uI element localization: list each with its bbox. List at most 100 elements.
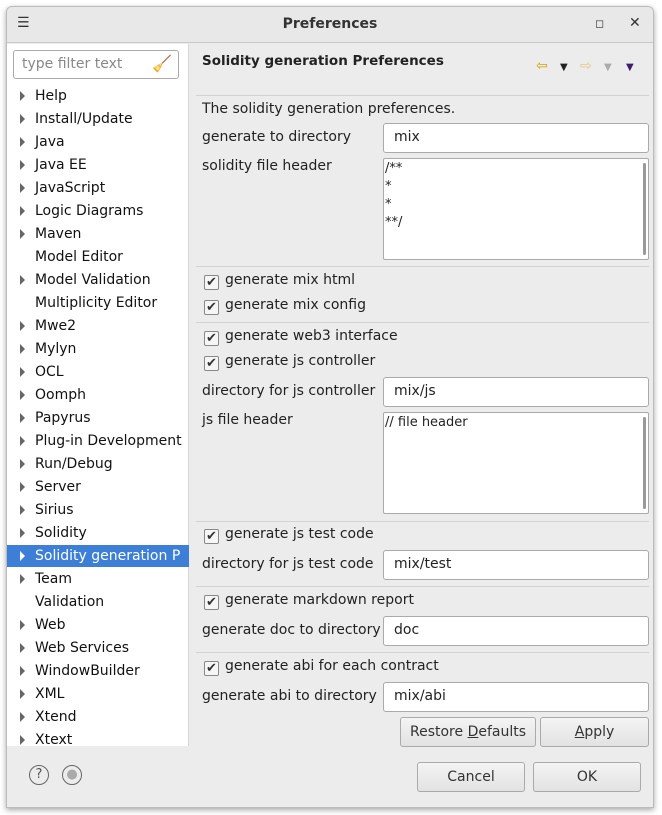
- tree-item[interactable]: WindowBuilder: [7, 660, 189, 682]
- tree-item[interactable]: OCL: [7, 361, 189, 383]
- tree-item-label: Java EE: [35, 157, 87, 173]
- js-test-dir-label: directory for js test code: [202, 556, 374, 572]
- tree-item[interactable]: Solidity generation P: [7, 545, 189, 567]
- filter-input[interactable]: type filter text 🧹: [13, 50, 179, 79]
- tree-item[interactable]: XML: [7, 683, 189, 705]
- maximize-icon[interactable]: ◻: [595, 17, 604, 30]
- web3-checkbox[interactable]: ✔ generate web3 interface: [204, 328, 398, 346]
- tree-item[interactable]: Solidity: [7, 522, 189, 544]
- cancel-button[interactable]: Cancel: [417, 762, 525, 792]
- tree-item[interactable]: Team: [7, 568, 189, 590]
- expand-arrow-icon[interactable]: [20, 183, 25, 193]
- expand-arrow-icon[interactable]: [20, 735, 25, 745]
- js-test-dir-input[interactable]: mix/test: [383, 550, 649, 580]
- view-menu-icon[interactable]: ▼: [626, 62, 634, 73]
- tree-item[interactable]: Model Editor: [7, 246, 189, 268]
- js-dir-input[interactable]: mix/js: [383, 377, 649, 407]
- tree-item[interactable]: Oomph: [7, 384, 189, 406]
- tree-item[interactable]: Install/Update: [7, 108, 189, 130]
- tree-item[interactable]: Model Validation: [7, 269, 189, 291]
- expand-arrow-icon[interactable]: [20, 137, 25, 147]
- expand-arrow-icon[interactable]: [20, 206, 25, 216]
- tree-item[interactable]: Server: [7, 476, 189, 498]
- expand-arrow-icon[interactable]: [20, 229, 25, 239]
- mix-html-checkbox[interactable]: ✔ generate mix html: [204, 272, 355, 290]
- expand-arrow-icon[interactable]: [20, 459, 25, 469]
- expand-arrow-icon[interactable]: [20, 574, 25, 584]
- expand-arrow-icon[interactable]: [20, 367, 25, 377]
- expand-arrow-icon[interactable]: [20, 666, 25, 676]
- expand-arrow-icon[interactable]: [20, 91, 25, 101]
- apply-button[interactable]: Apply: [540, 717, 649, 747]
- expand-arrow-icon[interactable]: [20, 505, 25, 515]
- tree-item[interactable]: Multiplicity Editor: [7, 292, 189, 314]
- back-arrow-icon[interactable]: ⇦: [536, 58, 548, 74]
- preference-tree-panel: type filter text 🧹 Help Install/Update Jav…: [7, 44, 189, 748]
- tree-item[interactable]: Papyrus: [7, 407, 189, 429]
- expand-arrow-icon[interactable]: [20, 160, 25, 170]
- close-icon[interactable]: ✕: [629, 15, 641, 31]
- expand-arrow-icon[interactable]: [20, 712, 25, 722]
- tree-item-label: Server: [35, 479, 81, 495]
- tree-item[interactable]: Maven: [7, 223, 189, 245]
- check-icon: ✔: [204, 661, 219, 676]
- forward-menu-icon[interactable]: ▼: [604, 62, 612, 73]
- tree-item[interactable]: Web Services: [7, 637, 189, 659]
- divider: [196, 95, 649, 96]
- scrollbar[interactable]: [643, 163, 646, 255]
- expand-arrow-icon[interactable]: [20, 482, 25, 492]
- page-description: The solidity generation preferences.: [202, 101, 456, 117]
- tree-item[interactable]: Mwe2: [7, 315, 189, 337]
- expand-arrow-icon[interactable]: [20, 344, 25, 354]
- expand-arrow-icon[interactable]: [20, 528, 25, 538]
- tree-item[interactable]: Validation: [7, 591, 189, 613]
- tree-item-label: Install/Update: [35, 111, 133, 127]
- tree-item[interactable]: Logic Diagrams: [7, 200, 189, 222]
- gen-dir-input[interactable]: mix: [383, 123, 649, 153]
- js-header-textarea[interactable]: // file header: [383, 412, 649, 514]
- tree-item[interactable]: Web: [7, 614, 189, 636]
- back-menu-icon[interactable]: ▼: [560, 62, 568, 73]
- expand-arrow-icon[interactable]: [20, 114, 25, 124]
- title-bar: ☰ Preferences ◻ ✕: [7, 7, 653, 43]
- record-icon[interactable]: ●: [62, 765, 82, 785]
- tree-item[interactable]: Xtend: [7, 706, 189, 728]
- expand-arrow-icon[interactable]: [20, 620, 25, 630]
- abi-dir-input[interactable]: mix/abi: [383, 682, 649, 712]
- js-test-checkbox[interactable]: ✔ generate js test code: [204, 526, 374, 544]
- tree-item[interactable]: Plug-in Development: [7, 430, 189, 452]
- ok-button[interactable]: OK: [533, 762, 641, 792]
- expand-arrow-icon[interactable]: [20, 436, 25, 446]
- expand-arrow-icon[interactable]: [20, 275, 25, 285]
- expand-arrow-icon[interactable]: [20, 689, 25, 699]
- tree-item[interactable]: Help: [7, 85, 189, 107]
- divider: [196, 586, 649, 587]
- doc-dir-label: generate doc to directory: [202, 622, 381, 638]
- restore-defaults-button[interactable]: Restore Defaults: [400, 717, 536, 747]
- expand-arrow-icon[interactable]: [20, 413, 25, 423]
- tree-item[interactable]: Run/Debug: [7, 453, 189, 475]
- tree-item-label: Java: [35, 134, 65, 150]
- abi-checkbox[interactable]: ✔ generate abi for each contract: [204, 658, 439, 676]
- check-icon: ✔: [204, 595, 219, 610]
- tree-item[interactable]: Java EE: [7, 154, 189, 176]
- help-icon[interactable]: ?: [29, 765, 49, 785]
- expand-arrow-icon[interactable]: [20, 643, 25, 653]
- tree-item[interactable]: Java: [7, 131, 189, 153]
- expand-arrow-icon[interactable]: [20, 551, 25, 561]
- forward-arrow-icon[interactable]: ⇨: [580, 58, 592, 74]
- scrollbar[interactable]: [643, 417, 646, 509]
- expand-arrow-icon[interactable]: [20, 321, 25, 331]
- tree-item[interactable]: Xtext: [7, 729, 189, 751]
- tree-item[interactable]: Sirius: [7, 499, 189, 521]
- doc-dir-input[interactable]: doc: [383, 616, 649, 646]
- clear-filter-icon[interactable]: 🧹: [152, 54, 172, 73]
- js-controller-checkbox[interactable]: ✔ generate js controller: [204, 353, 375, 371]
- tree-item[interactable]: JavaScript: [7, 177, 189, 199]
- sol-header-textarea[interactable]: /** * * **/: [383, 158, 649, 260]
- markdown-checkbox[interactable]: ✔ generate markdown report: [204, 592, 414, 610]
- expand-arrow-icon[interactable]: [20, 390, 25, 400]
- filter-placeholder: type filter text: [22, 56, 123, 72]
- tree-item[interactable]: Mylyn: [7, 338, 189, 360]
- mix-config-checkbox[interactable]: ✔ generate mix config: [204, 297, 366, 315]
